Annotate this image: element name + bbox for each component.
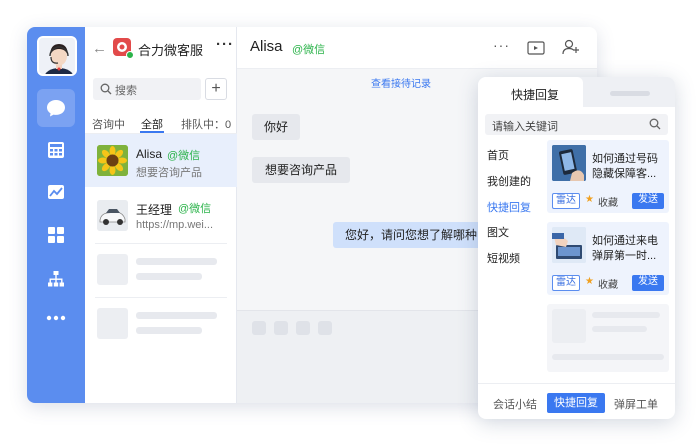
placeholder-line bbox=[136, 327, 202, 334]
keyword-search-input[interactable]: 请输入关键词 bbox=[485, 114, 668, 135]
view-history-link[interactable]: 查看接待记录 bbox=[371, 75, 431, 90]
sidebar-rail bbox=[27, 27, 85, 403]
tab-queue[interactable]: 排队中：0 bbox=[181, 116, 231, 132]
reply-card[interactable]: 如何通过来电 弹屏第一时... 雷达 ★ 收藏 发送 bbox=[547, 222, 669, 295]
placeholder-line bbox=[136, 258, 217, 265]
placeholder-thumbnail bbox=[552, 309, 586, 343]
send-button[interactable]: 发送 bbox=[632, 193, 664, 209]
calculator-icon[interactable] bbox=[37, 131, 75, 169]
agent-avatar[interactable] bbox=[37, 36, 77, 76]
category-short-video[interactable]: 短视频 bbox=[487, 250, 520, 266]
contact-item[interactable]: 王经理 @微信 https://mp.wei... bbox=[85, 190, 237, 243]
category-mine[interactable]: 我创建的 bbox=[487, 173, 531, 189]
contact-name: 王经理 bbox=[136, 203, 173, 217]
reply-card[interactable]: 如何通过号码 隐藏保障客... 雷达 ★ 收藏 发送 bbox=[547, 140, 669, 213]
star-icon[interactable]: ★ bbox=[585, 194, 594, 205]
toolbar-placeholder bbox=[318, 321, 332, 335]
toolbar-placeholder bbox=[274, 321, 288, 335]
chat-header: Alisa @微信 ··· bbox=[237, 27, 597, 69]
search-input[interactable]: 搜索 bbox=[93, 78, 201, 100]
tab-quick-reply-bottom[interactable]: 快捷回复 bbox=[547, 393, 605, 413]
search-icon[interactable] bbox=[649, 118, 661, 130]
more-options-icon[interactable]: ··· bbox=[493, 37, 510, 53]
more-icon[interactable] bbox=[37, 299, 75, 337]
tab-all[interactable]: 全部 bbox=[141, 116, 163, 132]
toolbar-placeholder bbox=[252, 321, 266, 335]
tab-label: 快捷回复 bbox=[511, 88, 560, 102]
chat-contact-channel: @微信 bbox=[292, 44, 326, 56]
star-icon[interactable]: ★ bbox=[585, 276, 594, 287]
card-title: 如何通过来电 bbox=[592, 235, 658, 247]
chart-icon[interactable] bbox=[37, 173, 75, 211]
video-call-icon[interactable] bbox=[527, 40, 545, 56]
message-bubble: 想要咨询产品 bbox=[252, 157, 351, 183]
online-status-dot bbox=[126, 51, 134, 59]
quick-reply-panel: 快捷回复 请输入关键词 首页 我创建的 快捷回复 图文 短视频 如何通过号码 隐… bbox=[478, 77, 675, 419]
app-logo-icon bbox=[113, 38, 134, 59]
sunflower-avatar bbox=[97, 145, 128, 176]
search-icon bbox=[100, 83, 112, 95]
placeholder-card bbox=[547, 304, 669, 372]
chat-icon[interactable] bbox=[37, 89, 75, 127]
grid-icon[interactable] bbox=[37, 216, 75, 254]
placeholder-line bbox=[592, 312, 660, 318]
category-home[interactable]: 首页 bbox=[487, 147, 509, 163]
keyword-placeholder: 请输入关键词 bbox=[492, 121, 558, 133]
placeholder-line bbox=[592, 326, 647, 332]
tab-placeholder bbox=[610, 91, 650, 96]
message-bubble: 您好，请问您想了解哪种 bbox=[333, 222, 490, 248]
card-title: 弹屏第一时... bbox=[592, 250, 657, 262]
card-thumbnail bbox=[552, 227, 586, 263]
send-button[interactable]: 发送 bbox=[632, 275, 664, 291]
tab-consulting[interactable]: 咨询中 bbox=[92, 116, 125, 132]
contact-channel: @微信 bbox=[178, 203, 212, 215]
org-chart-icon[interactable] bbox=[37, 260, 75, 298]
message-bubble: 你好 bbox=[252, 114, 301, 140]
car-avatar bbox=[97, 200, 128, 231]
placeholder-line bbox=[552, 354, 664, 360]
panel-tabbar: 快捷回复 bbox=[478, 77, 675, 107]
favorite-label[interactable]: 收藏 bbox=[598, 276, 618, 291]
more-menu-icon[interactable]: ··· bbox=[216, 36, 234, 53]
contacts-panel: ← 合力微客服 ··· 搜索 + 咨询中 全部 排队中：0 Alisa @微信 … bbox=[85, 27, 237, 403]
placeholder-avatar bbox=[97, 308, 128, 339]
tab-popup-ticket[interactable]: 弹屏工单 bbox=[614, 396, 658, 412]
chat-contact-name: Alisa bbox=[250, 38, 283, 55]
radar-tag[interactable]: 雷达 bbox=[552, 275, 580, 291]
contact-item[interactable]: Alisa @微信 想要咨询产品 bbox=[85, 134, 237, 187]
back-arrow-icon[interactable]: ← bbox=[92, 40, 107, 57]
contact-channel: @微信 bbox=[167, 150, 201, 162]
favorite-label[interactable]: 收藏 bbox=[598, 194, 618, 209]
contact-preview: 想要咨询产品 bbox=[136, 167, 202, 179]
category-quick-reply[interactable]: 快捷回复 bbox=[487, 199, 531, 215]
add-user-icon[interactable] bbox=[562, 38, 580, 56]
placeholder-line bbox=[136, 312, 217, 319]
contact-preview: https://mp.wei... bbox=[136, 219, 214, 231]
add-button[interactable]: + bbox=[205, 78, 227, 100]
tab-quick-reply[interactable]: 快捷回复 bbox=[478, 77, 583, 107]
search-placeholder: 搜索 bbox=[115, 85, 137, 97]
card-title: 隐藏保障客... bbox=[592, 168, 657, 180]
contact-name: Alisa bbox=[136, 147, 163, 161]
card-thumbnail bbox=[552, 145, 586, 181]
placeholder-line bbox=[136, 273, 202, 280]
app-title: 合力微客服 bbox=[138, 43, 204, 58]
tab-session-summary[interactable]: 会话小结 bbox=[493, 396, 537, 412]
card-title: 如何通过号码 bbox=[592, 153, 658, 165]
placeholder-avatar bbox=[97, 254, 128, 285]
category-article[interactable]: 图文 bbox=[487, 224, 509, 240]
radar-tag[interactable]: 雷达 bbox=[552, 193, 580, 209]
toolbar-placeholder bbox=[296, 321, 310, 335]
